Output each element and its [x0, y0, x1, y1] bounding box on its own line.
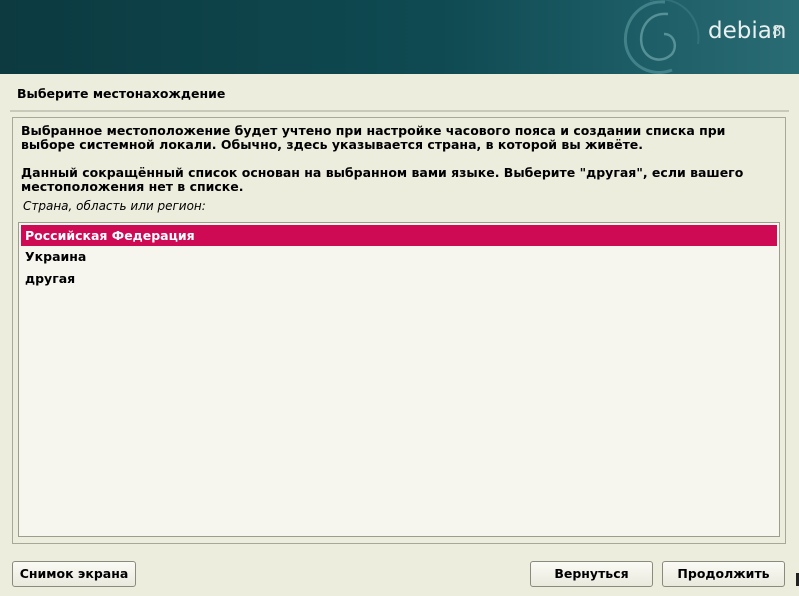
description-paragraph-1: Выбранное местоположение будет учтено пр… [21, 123, 726, 152]
list-item-russian-federation[interactable]: Российская Федерация [21, 225, 777, 246]
list-item-other[interactable]: другая [21, 268, 777, 289]
page-title: Выберите местонахождение [17, 86, 226, 101]
screenshot-button[interactable]: Снимок экрана [12, 561, 136, 587]
location-listbox[interactable]: Российская Федерация Украина другая [18, 222, 780, 537]
title-divider [10, 110, 789, 112]
back-button[interactable]: Вернуться [530, 561, 653, 587]
header-banner: debian 8 [0, 0, 799, 74]
list-item-ukraine[interactable]: Украина [21, 246, 777, 267]
debian-version: 8 [772, 22, 782, 40]
debian-swirl-icon [623, 0, 700, 74]
continue-button[interactable]: Продолжить [662, 561, 785, 587]
location-list-label: Страна, область или регион: [23, 199, 206, 213]
description-paragraph-2: Данный сокращённый список основан на выб… [21, 165, 744, 194]
